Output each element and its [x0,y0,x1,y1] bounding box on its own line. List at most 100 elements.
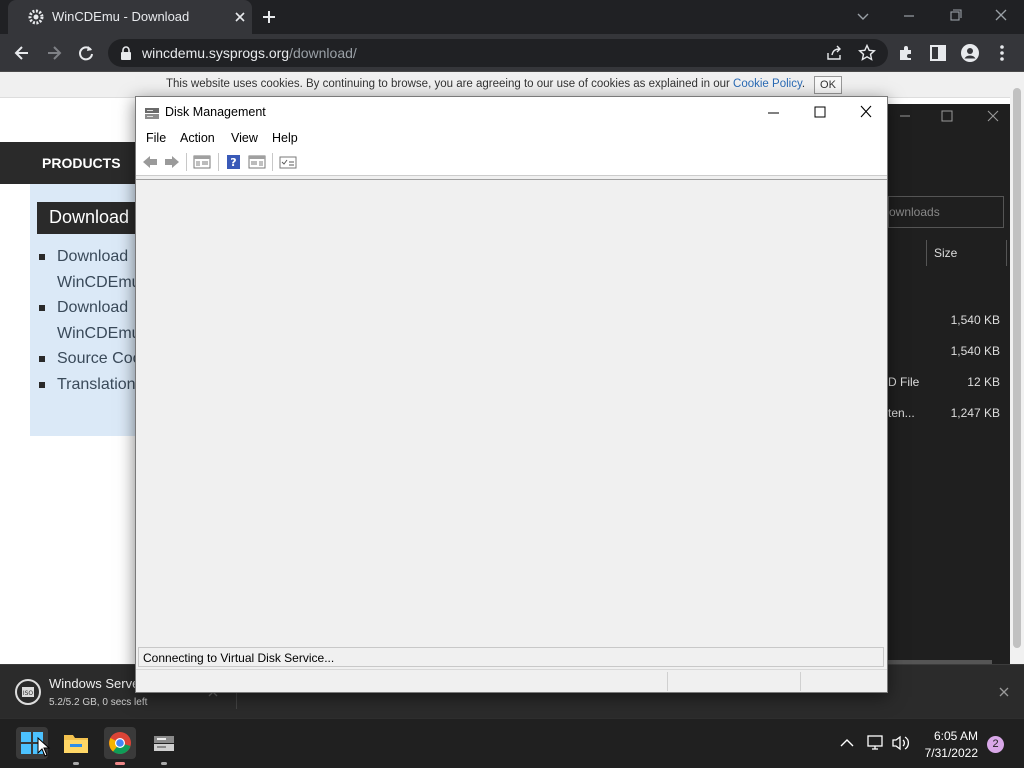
download-link-1[interactable]: Download [57,248,128,266]
mouse-cursor-icon [37,737,51,757]
dm-back-icon[interactable] [141,154,159,170]
dm-title-bar[interactable]: Disk Management [136,97,887,128]
lock-icon[interactable] [120,46,132,60]
menu-action[interactable]: Action [180,131,215,145]
column-divider [926,240,927,266]
file-size: 12 KB [967,375,1000,389]
clock-date[interactable]: 7/31/2022 [916,746,978,760]
browser-toolbar: wincdemu.sysprogs.org/download/ [0,34,1024,72]
toolbar-separator [272,153,273,171]
dm-forward-icon[interactable] [163,154,181,170]
explorer-minimize-icon[interactable] [898,110,912,122]
new-tab-icon[interactable] [260,8,278,26]
dm-lower-status-bar [136,669,887,692]
close-tab-icon[interactable] [232,9,248,25]
dm-show-hide-console-tree-icon[interactable] [193,154,211,170]
bullet [39,382,45,388]
download-link-2-cont[interactable]: WinCDEmu [57,325,141,343]
reload-icon[interactable] [76,43,96,63]
cookie-ok-button[interactable]: OK [814,76,842,94]
menu-view[interactable]: View [231,131,258,145]
scrollbar-thumb[interactable] [1013,88,1021,648]
disk-management-app-icon [144,105,160,121]
explorer-search-input[interactable]: ownloads [888,196,1004,228]
cookie-policy-link[interactable]: Cookie Policy [733,78,802,90]
forward-icon[interactable] [44,43,64,63]
close-window-icon[interactable] [990,6,1012,26]
disk-management-taskbar-icon[interactable] [148,727,180,759]
disc-image-file-icon: ISO [14,678,42,706]
back-icon[interactable] [12,43,32,63]
address-bar[interactable]: wincdemu.sysprogs.org/download/ [108,39,888,67]
download-heading: Download [37,202,147,234]
nav-products-link[interactable]: PRODUCTS [42,155,121,171]
network-icon[interactable] [866,734,886,752]
translation-link[interactable]: Translation [57,376,136,394]
dm-show-action-pane-icon[interactable] [248,154,266,170]
explorer-maximize-icon[interactable] [940,109,954,123]
url-path: /download/ [289,45,357,61]
file-type: ten... [888,406,915,420]
url-text[interactable]: wincdemu.sysprogs.org/download/ [142,45,357,61]
chrome-taskbar-icon[interactable] [104,727,136,759]
search-placeholder: ownloads [889,205,940,219]
notification-badge[interactable]: 2 [987,736,1004,753]
restore-icon[interactable] [944,6,966,26]
browser-tab[interactable]: WinCDEmu - Download [8,0,252,34]
url-host: wincdemu.sysprogs.org [142,45,290,61]
disk-management-window: Disk Management File Action View Help ? [135,96,888,693]
file-type: D File [888,375,920,389]
page-scrollbar[interactable] [1010,72,1024,664]
cookie-period: . [801,78,806,90]
source-code-link[interactable]: Source Coc [57,350,141,368]
running-indicator [161,762,167,765]
toolbar-separator [186,153,187,171]
bullet [39,254,45,260]
clock-time[interactable]: 6:05 AM [922,729,978,743]
file-size: 1,540 KB [950,344,1000,358]
bookmark-star-icon[interactable] [858,44,876,62]
gear-favicon-icon [28,9,44,25]
file-size: 1,247 KB [950,406,1000,420]
bullet [39,356,45,362]
toolbar-separator [218,153,219,171]
show-hidden-icons-chevron-icon[interactable] [839,736,855,750]
explorer-close-icon[interactable] [986,109,1000,123]
file-explorer-taskbar-icon[interactable] [60,727,92,759]
menu-help[interactable]: Help [272,131,298,145]
download-link-2[interactable]: Download [57,299,128,317]
running-indicator [73,762,79,765]
download-status: 5.2/5.2 GB, 0 secs left [49,697,148,708]
dm-properties-icon[interactable] [279,154,297,170]
share-icon[interactable] [826,45,844,61]
size-column-header[interactable]: Size [934,246,957,260]
close-shelf-icon[interactable] [998,686,1010,698]
dm-window-title: Disk Management [165,105,266,119]
volume-icon[interactable] [891,734,911,752]
svg-text:?: ? [230,156,236,169]
side-panel-icon[interactable] [928,43,948,63]
browser-tab-strip: WinCDEmu - Download [0,0,1024,34]
dm-minimize-icon[interactable] [764,105,784,121]
download-link-1-cont[interactable]: WinCDEmu [57,274,141,292]
taskbar: 6:05 AM 7/31/2022 2 [0,718,1024,768]
more-menu-icon[interactable] [992,43,1012,63]
dm-close-icon[interactable] [856,104,876,120]
dm-toolbar: ? [136,148,887,176]
minimize-icon[interactable] [898,6,920,26]
svg-text:ISO: ISO [23,690,34,697]
tab-title: WinCDEmu - Download [52,9,190,24]
tab-search-chevron-icon[interactable] [852,6,874,26]
cookie-text: This website uses cookies. By continuing… [166,78,730,90]
dm-help-icon[interactable]: ? [225,154,243,170]
extensions-puzzle-icon[interactable] [896,43,916,63]
dm-status-bar: Connecting to Virtual Disk Service... [138,647,884,667]
menu-file[interactable]: File [146,131,166,145]
profile-avatar-icon[interactable] [960,43,980,63]
status-divider [667,672,668,691]
download-file-name[interactable]: Windows Serve [49,676,139,691]
dm-status-text: Connecting to Virtual Disk Service... [143,651,335,665]
active-indicator [115,762,125,765]
dm-content-area [136,179,887,647]
dm-maximize-icon[interactable] [810,104,830,120]
